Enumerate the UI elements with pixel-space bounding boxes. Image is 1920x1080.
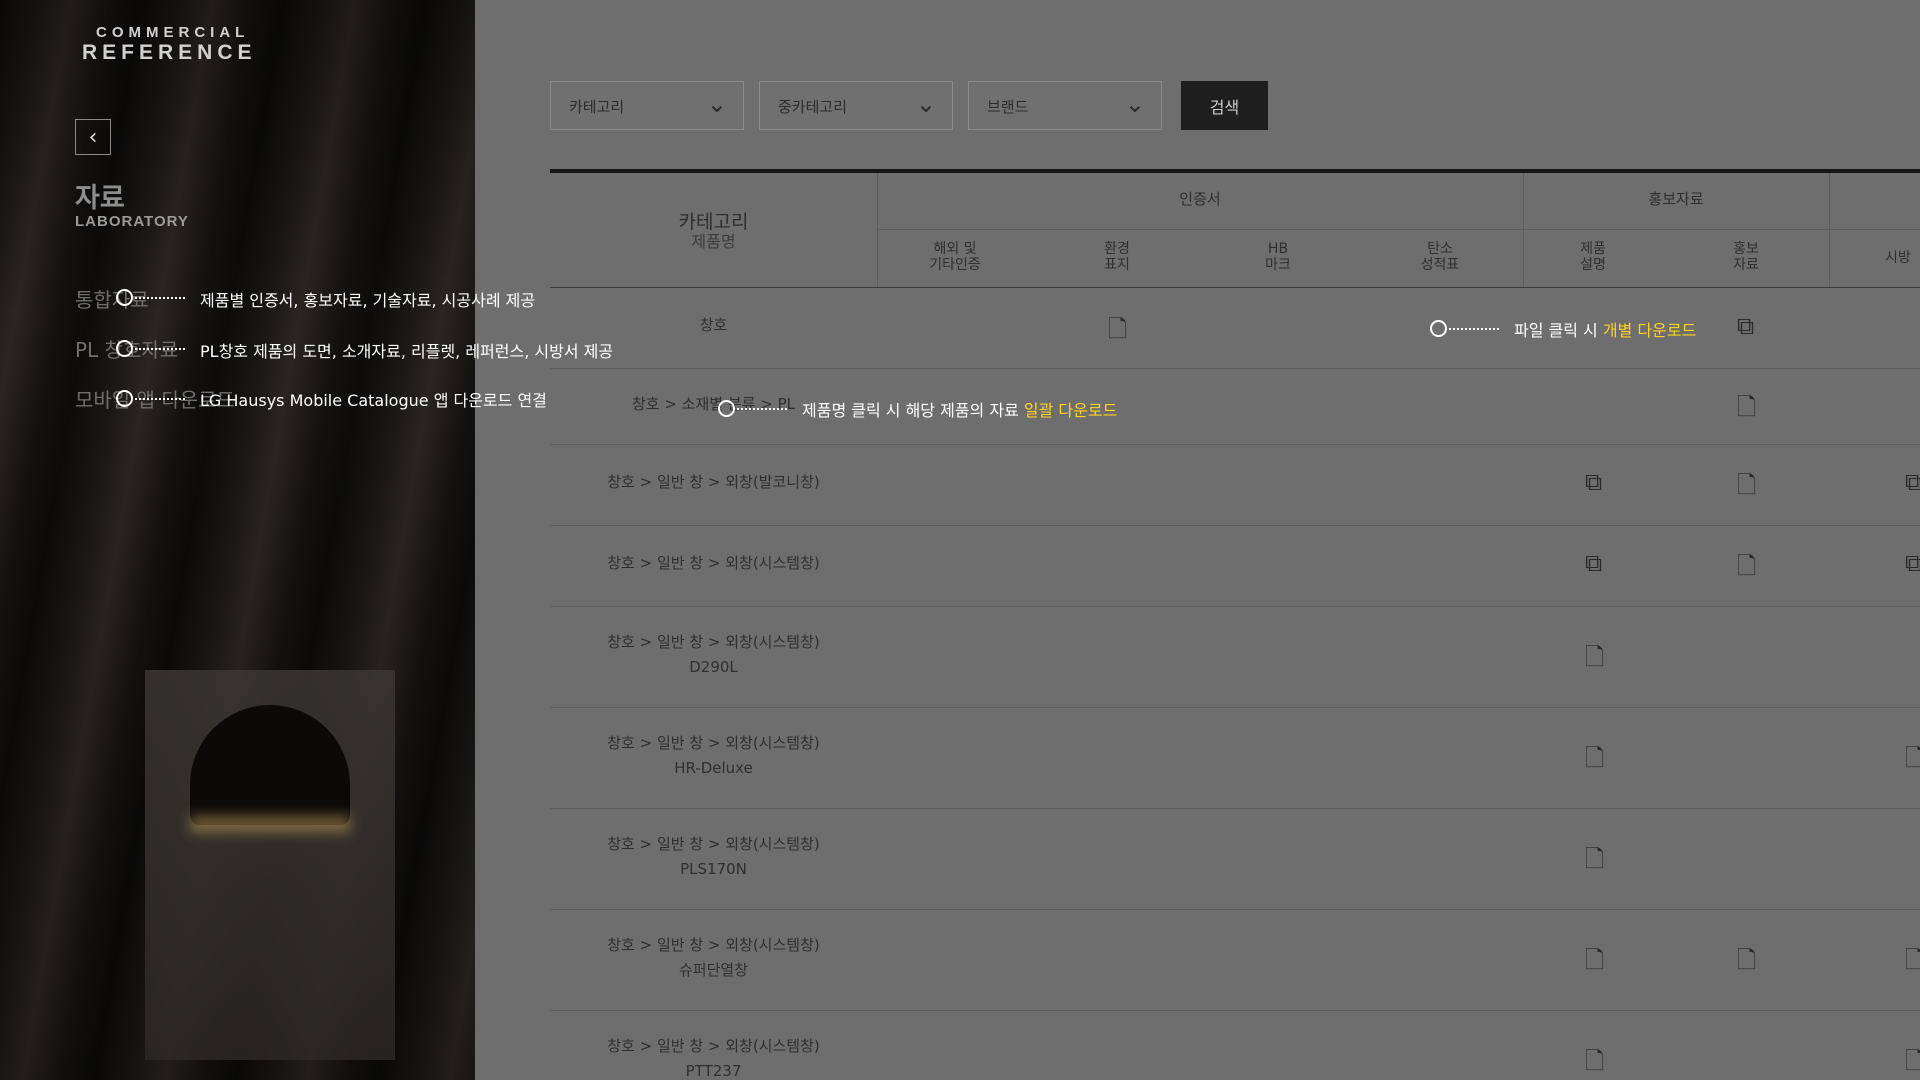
- annotation-leader: [135, 398, 185, 400]
- row-category[interactable]: 창호 > 일반 창 > 외창(시스템창): [550, 551, 877, 576]
- back-button[interactable]: ‹: [75, 119, 111, 155]
- page-subtitle: LABORATORY: [75, 213, 189, 230]
- header-bottom-border: [550, 287, 1920, 288]
- row-product-name[interactable]: D290L: [550, 655, 877, 680]
- multi-file-icon[interactable]: ⧉: [1905, 468, 1920, 496]
- column-header-product-name: 제품명: [691, 232, 736, 251]
- subcategory-select-label: 중카테고리: [778, 98, 848, 116]
- file-icon[interactable]: 🗋: [1585, 741, 1604, 782]
- row-divider: [550, 707, 1920, 708]
- search-button[interactable]: 검색: [1181, 81, 1268, 130]
- row-category[interactable]: 창호 > 일반 창 > 외창(시스템창): [550, 933, 877, 958]
- row-divider: [550, 444, 1920, 445]
- row-category[interactable]: 창호 > 일반 창 > 외창(시스템창): [550, 731, 877, 756]
- file-icon[interactable]: 🗋: [1108, 312, 1127, 353]
- subcategory-select[interactable]: 중카테고리 ⌄: [759, 81, 953, 130]
- file-icon[interactable]: 🗋: [1585, 842, 1604, 883]
- group-header-promotion: 홍보자료: [1648, 190, 1704, 208]
- annotation-marker: [116, 340, 133, 357]
- row-category[interactable]: 창호: [550, 313, 877, 338]
- category-select[interactable]: 카테고리 ⌄: [550, 81, 744, 130]
- file-icon[interactable]: 🗋: [1905, 1044, 1920, 1080]
- annotation-marker: [1430, 320, 1447, 337]
- table-top-border: [550, 169, 1920, 173]
- annotation-marker: [718, 400, 735, 417]
- annotation-leader: [737, 408, 787, 410]
- logo-line-1: COMMERCIAL: [96, 24, 250, 41]
- page-title: 자료: [75, 183, 125, 214]
- row-category[interactable]: 창호 > 일반 창 > 외창(발코니창): [550, 470, 877, 495]
- annotation-text: 제품별 인증서, 홍보자료, 기술자료, 시공사례 제공: [200, 291, 536, 310]
- row-product-name[interactable]: PLS170N: [550, 857, 877, 882]
- header-divider: [1829, 173, 1830, 288]
- column-header-spec: 시방: [1885, 250, 1911, 266]
- row-divider: [550, 808, 1920, 809]
- row-divider: [550, 1010, 1920, 1011]
- column-header-product-desc: 제품 설명: [1580, 241, 1606, 273]
- column-header-carbon: 탄소 성적표: [1420, 241, 1460, 273]
- annotation-highlight: 개별 다운로드: [1602, 321, 1697, 340]
- file-icon[interactable]: 🗋: [1905, 943, 1920, 984]
- file-icon[interactable]: 🗋: [1737, 390, 1756, 431]
- row-product-name[interactable]: HR-Deluxe: [550, 756, 877, 781]
- column-header-promo: 홍보 자료: [1733, 241, 1759, 273]
- file-icon[interactable]: 🗋: [1905, 741, 1920, 782]
- category-select-label: 카테고리: [569, 98, 625, 116]
- annotation-leader: [1449, 328, 1499, 330]
- brand-select[interactable]: 브랜드 ⌄: [968, 81, 1162, 130]
- file-icon[interactable]: 🗋: [1585, 943, 1604, 984]
- row-category[interactable]: 창호 > 일반 창 > 외창(시스템창): [550, 630, 877, 655]
- row-category[interactable]: 창호 > 일반 창 > 외창(시스템창): [550, 1034, 877, 1059]
- main-content: 카테고리 ⌄ 중카테고리 ⌄ 브랜드 ⌄ 검색 인증서 홍보자료 카테고리 제품…: [475, 0, 1920, 1080]
- row-product-name[interactable]: PTT237: [550, 1059, 877, 1080]
- file-icon[interactable]: 🗋: [1585, 640, 1604, 681]
- annotation-text-main: 파일 클릭 시: [1514, 321, 1603, 340]
- annotation-leader: [135, 348, 185, 350]
- column-header-eco-label: 환경 표지: [1104, 241, 1130, 273]
- header-divider: [877, 229, 1920, 230]
- row-divider: [550, 606, 1920, 607]
- annotation-text: 제품명 클릭 시 해당 제품의 자료 일괄 다운로드: [802, 397, 1117, 421]
- chevron-down-icon: ⌄: [915, 90, 936, 118]
- chevron-down-icon: ⌄: [1124, 90, 1145, 118]
- annotation-marker: [116, 289, 133, 306]
- column-header-overseas-cert: 해외 및 기타인증: [929, 241, 981, 273]
- annotation-text: 파일 클릭 시 개별 다운로드: [1514, 317, 1696, 341]
- group-header-certificates: 인증서: [1179, 190, 1221, 208]
- row-category[interactable]: 창호 > 일반 창 > 외창(시스템창): [550, 832, 877, 857]
- annotation-marker: [116, 390, 133, 407]
- brand-select-label: 브랜드: [987, 98, 1029, 116]
- annotation-leader: [135, 297, 185, 299]
- annotation-text-main: 제품명 클릭 시 해당 제품의 자료: [802, 401, 1024, 420]
- chevron-left-icon: ‹: [88, 124, 98, 150]
- row-divider: [550, 909, 1920, 910]
- annotation-text: PL창호 제품의 도면, 소개자료, 리플렛, 레퍼런스, 시방서 제공: [200, 342, 614, 361]
- annotation-highlight: 일괄 다운로드: [1023, 401, 1118, 420]
- logo-line-2: REFERENCE: [82, 41, 257, 64]
- multi-file-icon[interactable]: ⧉: [1585, 549, 1602, 577]
- multi-file-icon[interactable]: ⧉: [1905, 549, 1920, 577]
- file-icon[interactable]: 🗋: [1585, 1044, 1604, 1080]
- row-divider: [550, 525, 1920, 526]
- chevron-down-icon: ⌄: [706, 90, 727, 118]
- row-product-name[interactable]: 슈퍼단열창: [550, 958, 877, 983]
- column-header-category: 카테고리: [678, 211, 749, 233]
- lamp-glow: [190, 815, 350, 833]
- multi-file-icon[interactable]: ⧉: [1585, 468, 1602, 496]
- annotation-text: LG Hausys Mobile Catalogue 앱 다운로드 연결: [200, 391, 547, 410]
- multi-file-icon[interactable]: ⧉: [1737, 312, 1754, 340]
- file-icon[interactable]: 🗋: [1737, 549, 1756, 590]
- row-divider: [550, 368, 1920, 369]
- file-icon[interactable]: 🗋: [1737, 943, 1756, 984]
- logo[interactable]: COMMERCIAL REFERENCE: [82, 24, 257, 65]
- column-header-hb-mark: HB 마크: [1265, 241, 1291, 273]
- file-icon[interactable]: 🗋: [1737, 468, 1756, 509]
- left-panel: COMMERCIAL REFERENCE ‹ 자료 LABORATORY 통합자…: [0, 0, 475, 1080]
